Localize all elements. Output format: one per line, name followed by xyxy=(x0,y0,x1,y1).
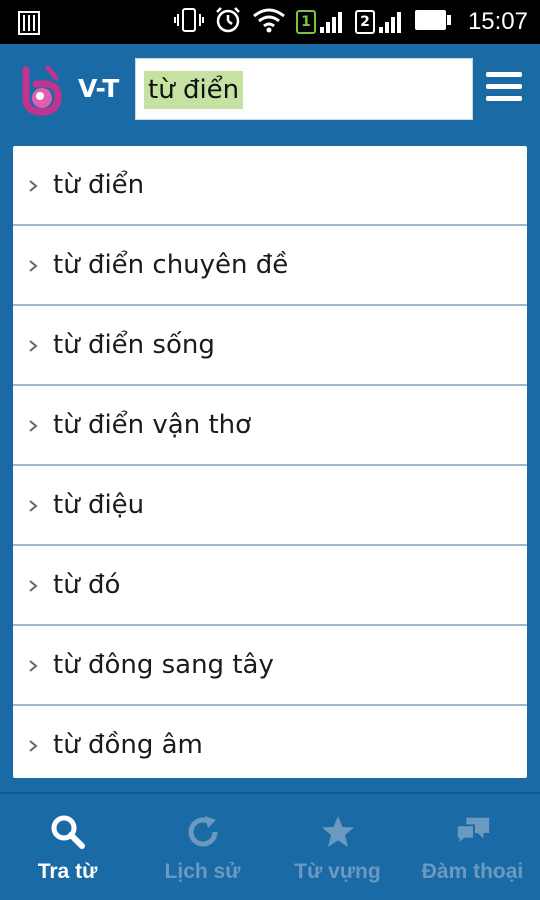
nav-tab-vocabulary[interactable]: Từ vựng xyxy=(270,794,405,900)
search-input[interactable]: từ điển xyxy=(144,71,244,109)
battery-icon xyxy=(414,9,452,35)
list-item-label: từ điển xyxy=(53,170,145,200)
list-item[interactable]: từ điển vận thơ xyxy=(13,386,527,466)
chevron-right-icon xyxy=(29,740,38,752)
list-item[interactable]: từ đồng âm xyxy=(13,706,527,778)
list-item[interactable]: từ điển xyxy=(13,146,527,226)
sim2-badge: 2 xyxy=(354,10,375,34)
notification-icon xyxy=(18,11,40,39)
search-icon xyxy=(48,812,88,852)
nav-tab-label: Từ vựng xyxy=(294,860,381,883)
suggestion-list: từ điển từ điển chuyên đề từ điển sống t… xyxy=(13,146,527,778)
history-icon xyxy=(183,812,223,852)
nav-tab-history[interactable]: Lịch sử xyxy=(135,794,270,900)
list-item[interactable]: từ đông sang tây xyxy=(13,626,527,706)
sim1-badge: 1 xyxy=(295,10,316,34)
list-item-label: từ điển sống xyxy=(53,330,215,360)
list-item-label: từ đông sang tây xyxy=(53,650,274,680)
chevron-right-icon xyxy=(29,420,38,432)
chevron-right-icon xyxy=(29,580,38,592)
list-item-label: từ điển vận thơ xyxy=(53,410,252,440)
list-item-label: từ điệu xyxy=(53,490,145,520)
sim2-signal: 2 xyxy=(354,10,404,34)
list-item-label: từ đó xyxy=(53,570,121,600)
bottom-navigation: Tra từ Lịch sử Từ vựng Đàm thoại xyxy=(0,792,540,900)
chevron-right-icon xyxy=(29,660,38,672)
list-item[interactable]: từ điệu xyxy=(13,466,527,546)
chevron-right-icon xyxy=(29,180,38,192)
list-item[interactable]: từ điển chuyên đề xyxy=(13,226,527,306)
chevron-right-icon xyxy=(29,260,38,272)
star-icon xyxy=(318,812,358,852)
vibrate-icon xyxy=(173,7,204,37)
nav-tab-conversation[interactable]: Đàm thoại xyxy=(405,794,540,900)
language-pair-label[interactable]: V-T xyxy=(78,74,119,103)
hamburger-menu-icon[interactable] xyxy=(486,72,526,106)
clock: 15:07 xyxy=(467,8,528,35)
app-logo-icon[interactable] xyxy=(14,64,64,116)
wifi-icon xyxy=(252,7,286,37)
list-item-label: từ đồng âm xyxy=(53,730,203,760)
search-box[interactable]: từ điển xyxy=(135,58,473,120)
list-item-label: từ điển chuyên đề xyxy=(53,250,289,280)
status-bar: 1 2 15:07 xyxy=(0,0,540,44)
signal-icon xyxy=(378,12,401,33)
nav-tab-lookup[interactable]: Tra từ xyxy=(0,794,135,900)
nav-tab-label: Đàm thoại xyxy=(421,860,524,883)
nav-tab-label: Tra từ xyxy=(37,860,98,883)
app-header: V-T từ điển xyxy=(0,44,540,134)
chevron-right-icon xyxy=(29,340,38,352)
nav-tab-label: Lịch sử xyxy=(164,860,241,883)
chevron-right-icon xyxy=(29,500,38,512)
list-item[interactable]: từ đó xyxy=(13,546,527,626)
list-item[interactable]: từ điển sống xyxy=(13,306,527,386)
sim1-signal: 1 xyxy=(295,10,345,34)
signal-icon xyxy=(319,12,342,33)
chat-bubbles-icon xyxy=(453,812,493,852)
alarm-icon xyxy=(214,6,242,38)
